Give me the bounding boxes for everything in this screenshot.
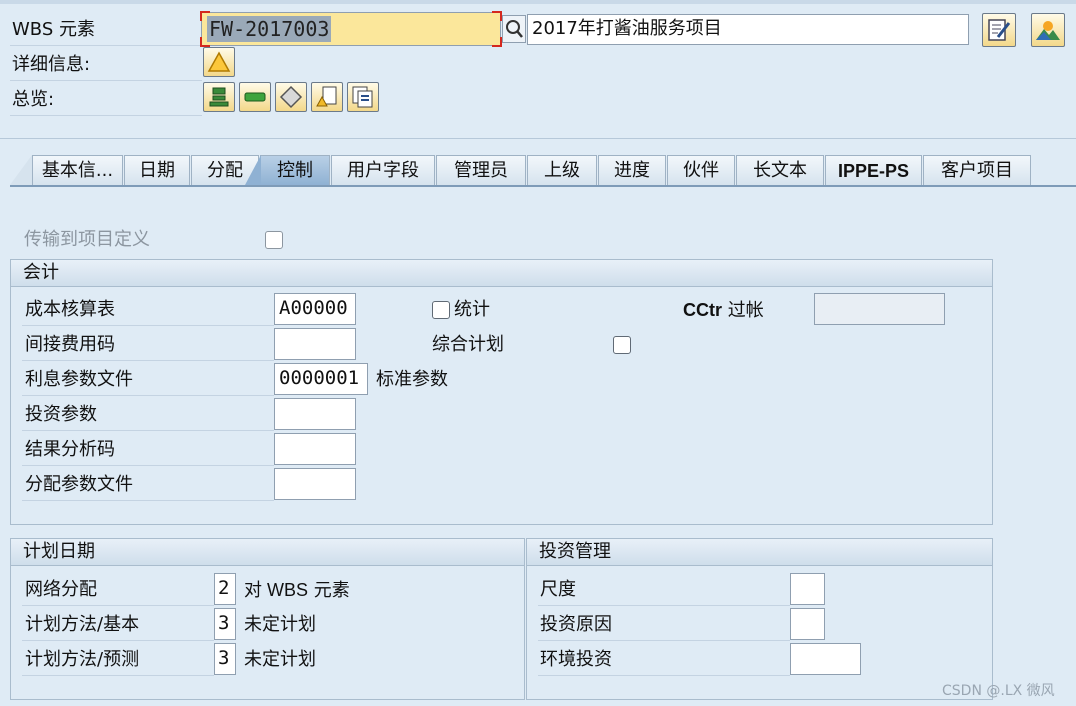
overview-bar-button[interactable] xyxy=(239,82,271,112)
overhead-key-input[interactable] xyxy=(274,328,356,360)
plan-method-forecast-input[interactable]: 3 xyxy=(214,643,236,675)
investment-profile-label: 投资参数 xyxy=(25,404,97,425)
edit-icon xyxy=(988,19,1011,41)
plan-method-basic-input[interactable]: 3 xyxy=(214,608,236,640)
statistical-label: 统计 xyxy=(454,299,490,320)
tab-dates[interactable]: 日期 xyxy=(124,155,190,185)
transfer-to-project-def-label: 传输到项目定义 xyxy=(24,229,150,250)
plan-method-forecast-desc: 未定计划 xyxy=(244,649,316,670)
tab-ippe-ps[interactable]: IPPE-PS xyxy=(825,155,922,185)
status-warning-button[interactable] xyxy=(203,47,235,77)
env-investment-label: 环境投资 xyxy=(540,649,612,670)
overview-hierarchy-button[interactable] xyxy=(203,82,235,112)
scale-input[interactable] xyxy=(790,573,825,605)
accounting-group-title: 会计 xyxy=(23,262,59,283)
warning-triangle-icon xyxy=(207,51,231,72)
cctr-posting-label-rest: 过帐 xyxy=(722,300,764,321)
network-assignment-desc-rest: 元素 xyxy=(308,580,350,601)
tab-control[interactable]: 控制 xyxy=(260,155,330,185)
overview-label: 总览: xyxy=(12,89,55,110)
tab-customer-project[interactable]: 客户项目 xyxy=(923,155,1031,185)
tab-long-text[interactable]: 长文本 xyxy=(736,155,824,185)
structure-button[interactable] xyxy=(1031,13,1065,47)
network-assignment-input[interactable]: 2 xyxy=(214,573,236,605)
investment-mgmt-title: 投资管理 xyxy=(539,541,611,562)
investment-reason-input[interactable] xyxy=(790,608,825,640)
mountain-icon xyxy=(1036,21,1060,40)
interest-profile-label: 利息参数文件 xyxy=(25,369,133,390)
costing-sheet-input[interactable]: A00000 xyxy=(274,293,356,325)
cctr-posting-label: CCtr 过帐 xyxy=(683,295,764,326)
cctr-posting-label-bold: CCtr xyxy=(683,300,722,320)
list-icon xyxy=(352,86,373,108)
search-icon xyxy=(506,20,523,38)
ra-key-input[interactable] xyxy=(274,433,356,465)
plan-method-basic-label: 计划方法/基本 xyxy=(25,614,140,635)
interest-profile-input[interactable]: 0000001 xyxy=(274,363,368,395)
cctr-posting-field xyxy=(814,293,945,325)
statistical-checkbox[interactable] xyxy=(432,301,450,319)
network-assignment-desc: 对 WBS 元素 xyxy=(244,575,350,606)
document-icon xyxy=(316,86,337,107)
details-label: 详细信息: xyxy=(12,54,91,75)
wbs-description-field[interactable]: 2017年打酱油服务项目 xyxy=(527,14,969,45)
interest-profile-desc: 标准参数 xyxy=(376,369,448,390)
tab-responsibilities[interactable]: 管理员 xyxy=(436,155,526,185)
watermark: CSDN @.LX 微风 xyxy=(942,683,1055,699)
search-help-button[interactable] xyxy=(502,15,526,43)
wbs-element-value: FW-2017003 xyxy=(207,16,332,42)
network-assignment-desc-bold: 对 WBS xyxy=(244,580,309,600)
plan-method-basic-desc: 未定计划 xyxy=(244,614,316,635)
plan-method-forecast-label: 计划方法/预测 xyxy=(25,649,140,670)
tab-progress[interactable]: 进度 xyxy=(598,155,666,185)
investment-reason-label: 投资原因 xyxy=(540,614,612,635)
hierarchy-icon xyxy=(209,87,229,107)
ra-key-label: 结果分析码 xyxy=(25,439,115,460)
wbs-element-label: WBS 元素 xyxy=(12,19,95,40)
top-border xyxy=(0,0,1076,4)
network-assignment-label: 网络分配 xyxy=(25,579,97,600)
overview-document-button[interactable] xyxy=(311,82,343,112)
planning-dates-title: 计划日期 xyxy=(23,541,95,562)
env-investment-input[interactable] xyxy=(790,643,861,675)
tab-basic-data[interactable]: 基本信... xyxy=(32,155,123,185)
overview-milestone-button[interactable] xyxy=(275,82,307,112)
tab-partner[interactable]: 伙伴 xyxy=(667,155,735,185)
scale-label: 尺度 xyxy=(540,579,576,600)
wbs-element-input[interactable]: FW-2017003 xyxy=(200,11,502,47)
overview-list-button[interactable] xyxy=(347,82,379,112)
transfer-to-project-def-checkbox[interactable] xyxy=(265,231,283,249)
tab-superior[interactable]: 上级 xyxy=(527,155,597,185)
edit-button[interactable] xyxy=(982,13,1016,47)
tab-user-fields[interactable]: 用户字段 xyxy=(331,155,435,185)
costing-sheet-label: 成本核算表 xyxy=(25,299,115,320)
settlement-profile-label: 分配参数文件 xyxy=(25,474,133,495)
investment-profile-input[interactable] xyxy=(274,398,356,430)
diamond-icon xyxy=(279,85,303,109)
settlement-profile-input[interactable] xyxy=(274,468,356,500)
integrated-planning-checkbox[interactable] xyxy=(613,336,631,354)
bar-icon xyxy=(244,92,266,102)
overhead-key-label: 间接费用码 xyxy=(25,334,115,355)
integrated-planning-label: 综合计划 xyxy=(432,334,504,355)
